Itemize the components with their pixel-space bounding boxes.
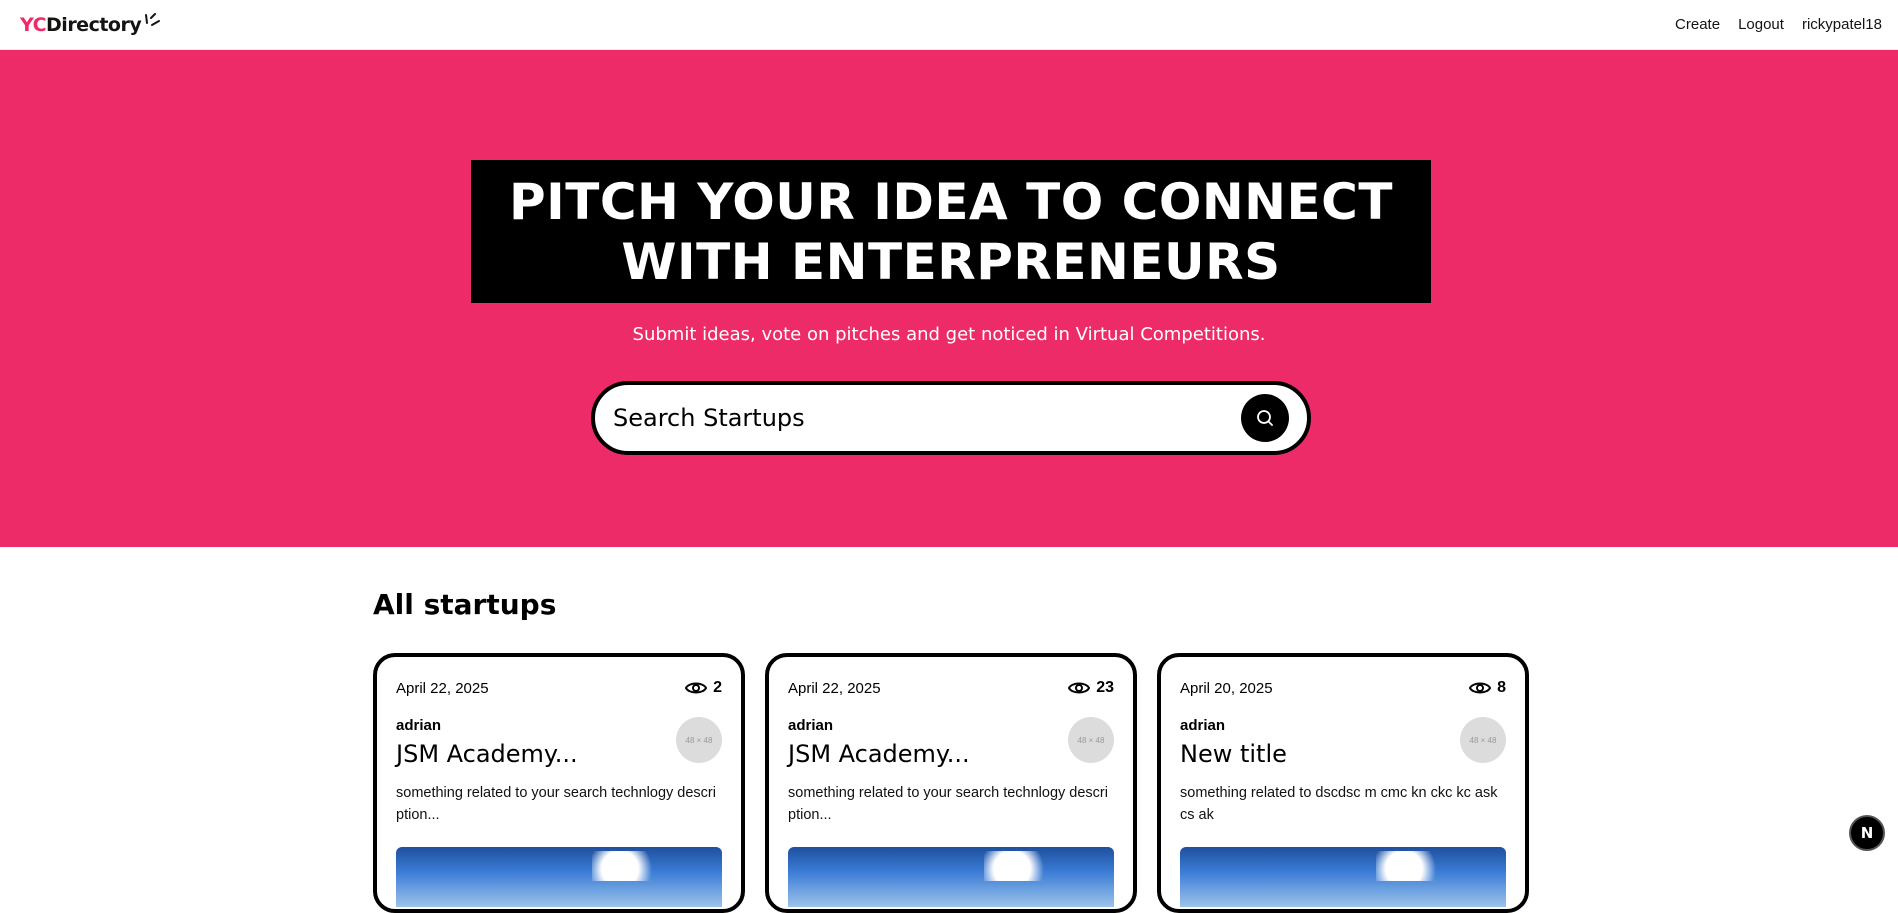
search-input[interactable] — [613, 404, 1241, 432]
hero-section: PITCH YOUR IDEA TO CONNECT WITH ENTERPRE… — [0, 50, 1898, 547]
card-title[interactable]: New title — [1180, 740, 1287, 768]
card-image[interactable] — [396, 847, 722, 907]
startup-card[interactable]: April 20, 2025 8 adrian New title 48 × 4… — [1157, 653, 1529, 913]
avatar[interactable]: 48 × 48 — [1068, 717, 1114, 763]
hero-title-line2: WITH ENTERPRENEURS — [621, 232, 1281, 291]
startup-card-list: April 22, 2025 2 adrian JSM Academy... 4… — [373, 653, 1529, 913]
dev-tools-button[interactable]: N — [1849, 815, 1885, 851]
hero-title-box: PITCH YOUR IDEA TO CONNECT WITH ENTERPRE… — [471, 160, 1431, 303]
card-image[interactable] — [788, 847, 1114, 907]
startup-card[interactable]: April 22, 2025 2 adrian JSM Academy... 4… — [373, 653, 745, 913]
nav-create-link[interactable]: Create — [1675, 16, 1720, 33]
card-author[interactable]: adrian — [788, 717, 970, 734]
eye-icon — [1469, 682, 1492, 694]
card-description: something related to your search technlo… — [396, 785, 716, 823]
startup-card[interactable]: April 22, 2025 23 adrian JSM Academy... … — [765, 653, 1137, 913]
card-date: April 20, 2025 — [1180, 679, 1273, 697]
hero-subtitle: Submit ideas, vote on pitches and get no… — [632, 324, 1266, 345]
section-title: All startups — [373, 588, 557, 621]
card-views: 8 — [1469, 679, 1506, 697]
navbar: YC Directory Create Logout rickypatel18 — [0, 0, 1898, 50]
card-view-count: 8 — [1497, 679, 1506, 696]
card-view-count: 23 — [1096, 679, 1114, 696]
card-author[interactable]: adrian — [1180, 717, 1287, 734]
card-view-count: 2 — [713, 679, 722, 696]
avatar[interactable]: 48 × 48 — [676, 717, 722, 763]
search-button[interactable] — [1241, 394, 1289, 442]
card-description: something related to your search technlo… — [788, 785, 1108, 823]
card-title[interactable]: JSM Academy... — [788, 740, 970, 768]
card-date: April 22, 2025 — [396, 679, 489, 697]
eye-icon — [685, 682, 708, 694]
logo-directory: Directory — [46, 13, 142, 36]
nav-links: Create Logout rickypatel18 — [1675, 16, 1882, 33]
search-icon — [1257, 410, 1273, 426]
card-views: 2 — [685, 679, 722, 697]
card-views: 23 — [1068, 679, 1114, 697]
eye-icon — [1068, 682, 1091, 694]
card-image[interactable] — [1180, 847, 1506, 907]
card-description: something related to dscdsc m cmc kn ckc… — [1180, 785, 1498, 823]
nav-logout-link[interactable]: Logout — [1738, 16, 1784, 33]
hero-title: PITCH YOUR IDEA TO CONNECT WITH ENTERPRE… — [509, 172, 1393, 292]
card-date: April 22, 2025 — [788, 679, 881, 697]
card-author[interactable]: adrian — [396, 717, 578, 734]
hero-title-line1: PITCH YOUR IDEA TO CONNECT — [509, 172, 1393, 231]
logo-yc: YC — [20, 13, 47, 36]
card-title[interactable]: JSM Academy... — [396, 740, 578, 768]
nav-user-link[interactable]: rickypatel18 — [1802, 16, 1882, 33]
logo[interactable]: YC Directory — [20, 12, 161, 36]
avatar[interactable]: 48 × 48 — [1460, 717, 1506, 763]
logo-sparkle-icon — [145, 12, 161, 26]
search-form — [591, 381, 1311, 455]
